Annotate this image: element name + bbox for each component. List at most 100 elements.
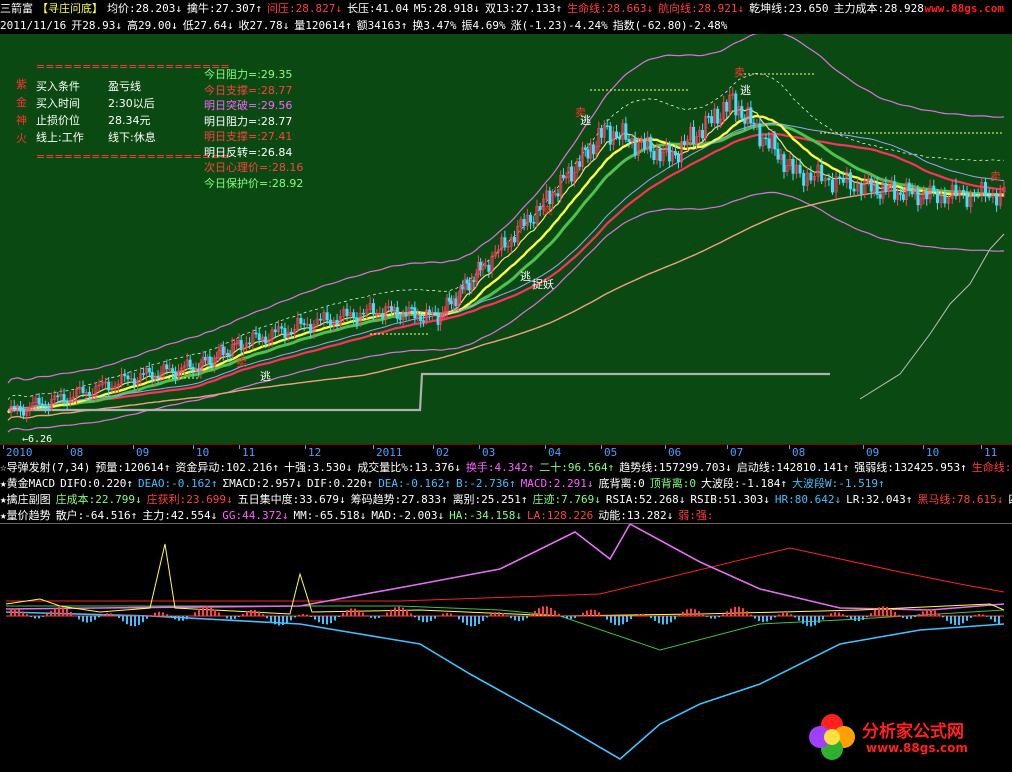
candle-body bbox=[335, 319, 339, 325]
strategy-value: 28.34元 bbox=[108, 114, 151, 127]
macd-bar bbox=[170, 616, 172, 618]
macd-bar bbox=[162, 612, 164, 617]
candle-body bbox=[716, 108, 720, 124]
price-chart[interactable]: 卖卖卖卖卖逃逃逃逃捉妖 ←6.26 ===================== 紫… bbox=[0, 30, 1012, 445]
candle-body bbox=[302, 323, 306, 325]
macd-bar bbox=[990, 616, 992, 620]
macd-bar bbox=[138, 616, 140, 625]
candle-body bbox=[884, 183, 888, 192]
macd-bar bbox=[230, 616, 232, 620]
macd-bar bbox=[34, 616, 36, 619]
macd-bar bbox=[262, 614, 264, 617]
header-item-6: 生命线:28.663↓ bbox=[567, 2, 654, 15]
indicator-row-macd[interactable]: ★黄金MACD DIFO:0.220↑ DEAO:-0.162↑ ΣMACD:2.95… bbox=[0, 476, 1012, 492]
candle-body bbox=[898, 192, 902, 195]
candle-body bbox=[676, 154, 680, 163]
candle-body bbox=[165, 364, 169, 370]
candle-body bbox=[171, 368, 175, 372]
macd-bar bbox=[334, 616, 336, 621]
macd-bar bbox=[670, 616, 672, 623]
macd-bar bbox=[974, 615, 976, 617]
strategy-rows: 买入条件 盈亏线 买入时间 2:30以后 止损价位 28.34元 线上:工作 线下:休息 bbox=[36, 78, 196, 146]
macd-bar bbox=[130, 616, 132, 627]
strategy-row: 止损价位 28.34元 bbox=[36, 112, 196, 129]
macd-bar bbox=[562, 616, 564, 618]
ind2-item-1: DIFO:0.220↑ bbox=[60, 477, 133, 490]
axis-tick bbox=[863, 445, 864, 449]
macd-bar bbox=[330, 616, 332, 624]
time-axis: 2010 08 09 10 11 12 2011 02 03 04 05 06 07 08 09 10 11 bbox=[0, 444, 1012, 461]
candle-body bbox=[830, 179, 834, 193]
candle-body bbox=[280, 326, 284, 329]
sell-mark: 卖 bbox=[990, 170, 1001, 183]
strategy-row: 买入条件 盈亏线 bbox=[36, 78, 196, 95]
strategy-row: 买入时间 2:30以后 bbox=[36, 95, 196, 112]
candle-body bbox=[624, 123, 628, 140]
macd-bar bbox=[306, 614, 308, 617]
macd-bar bbox=[382, 615, 384, 617]
price-level: 今日支撑=:28.77 bbox=[204, 83, 293, 97]
macd-bar bbox=[746, 611, 748, 617]
macd-bar bbox=[762, 616, 764, 623]
ind3-item-5: 离别:25.251↑ bbox=[452, 493, 528, 506]
ind1-item-8: 启动线:142810.141↑ bbox=[736, 461, 850, 474]
macd-bar bbox=[926, 609, 928, 617]
macd-bar bbox=[574, 616, 576, 618]
macd-bar bbox=[942, 616, 944, 618]
oscillator-chart[interactable]: 分析家公式网 www.88gs.com bbox=[0, 522, 1012, 769]
strategy-label: 买入时间 bbox=[36, 97, 80, 110]
candle-body bbox=[107, 381, 111, 391]
macd-bar bbox=[750, 614, 752, 617]
formula-name[interactable]: 【寻庄问底】 bbox=[37, 2, 103, 15]
candle-body bbox=[910, 189, 914, 195]
candle-body bbox=[56, 395, 60, 398]
macd-bar bbox=[910, 616, 912, 619]
macd-bar bbox=[318, 616, 320, 623]
macd-bar bbox=[502, 613, 504, 617]
macd-bar bbox=[302, 613, 304, 617]
macd-bar bbox=[918, 614, 920, 617]
quote-item-6: 额34163↑ bbox=[356, 19, 408, 32]
ind1-item-0: ☆导弹发射(7,34) bbox=[0, 461, 91, 474]
ind3-item-4: 筹码趋势:27.833↑ bbox=[350, 493, 448, 506]
candle-body bbox=[707, 116, 711, 118]
indicator-row-banker[interactable]: ★擒庄副图 庄成本:22.799↓ 庄获利:23.699↓ 五日集中度:33.679↓… bbox=[0, 492, 1012, 508]
axis-label: 11 bbox=[984, 446, 998, 459]
macd-bar bbox=[286, 616, 288, 624]
macd-bar bbox=[810, 616, 812, 627]
escape-mark: 逃 bbox=[580, 114, 591, 127]
candle-body bbox=[827, 178, 831, 181]
macd-bar bbox=[402, 607, 404, 617]
header-item-7: 航向线:28.921↓ bbox=[658, 2, 745, 15]
macd-bar bbox=[346, 610, 348, 617]
candle-body bbox=[43, 405, 47, 407]
candle-body bbox=[586, 149, 590, 159]
macd-bar bbox=[566, 616, 568, 619]
candle-body bbox=[123, 374, 127, 377]
candle-body bbox=[925, 191, 929, 200]
candle-body bbox=[147, 368, 151, 373]
macd-bar bbox=[398, 606, 400, 617]
candle-body bbox=[965, 192, 969, 207]
quote-item-5: 量120614↑ bbox=[294, 19, 352, 32]
quote-item-3: 低27.64↓ bbox=[182, 19, 234, 32]
axis-label: 03 bbox=[482, 446, 496, 459]
candle-body bbox=[875, 183, 879, 195]
macd-bar bbox=[242, 613, 244, 617]
ind3-item-2: 庄获利:23.699↓ bbox=[146, 493, 233, 506]
candle-body bbox=[283, 328, 287, 338]
macd-bar bbox=[406, 609, 408, 617]
logo-name: 分析家公式网 bbox=[862, 722, 964, 742]
indicator-row-missile[interactable]: ☆导弹发射(7,34) 预量:120614↑ 资金异动:102.216↑ 十强:3.5… bbox=[0, 460, 1012, 476]
indicator-row-volume-price[interactable]: ★量价趋势 散户:-64.516↑ 主力:42.554↓ GG:44.372↓ MM:-… bbox=[0, 508, 1012, 523]
price-levels-panel: 今日阻力=:29.35 今日支撑=:28.77 明日突破=:29.56 明日阻力=:2… bbox=[204, 66, 344, 190]
candle-body bbox=[404, 312, 408, 316]
macd-bar bbox=[798, 616, 800, 621]
candle-body bbox=[328, 319, 332, 326]
axis-label: 04 bbox=[548, 446, 562, 459]
axis-tick bbox=[665, 445, 666, 449]
macd-bar bbox=[258, 611, 260, 617]
candle-body bbox=[522, 219, 526, 226]
macd-bar bbox=[998, 616, 1000, 625]
macd-bar bbox=[682, 611, 684, 617]
